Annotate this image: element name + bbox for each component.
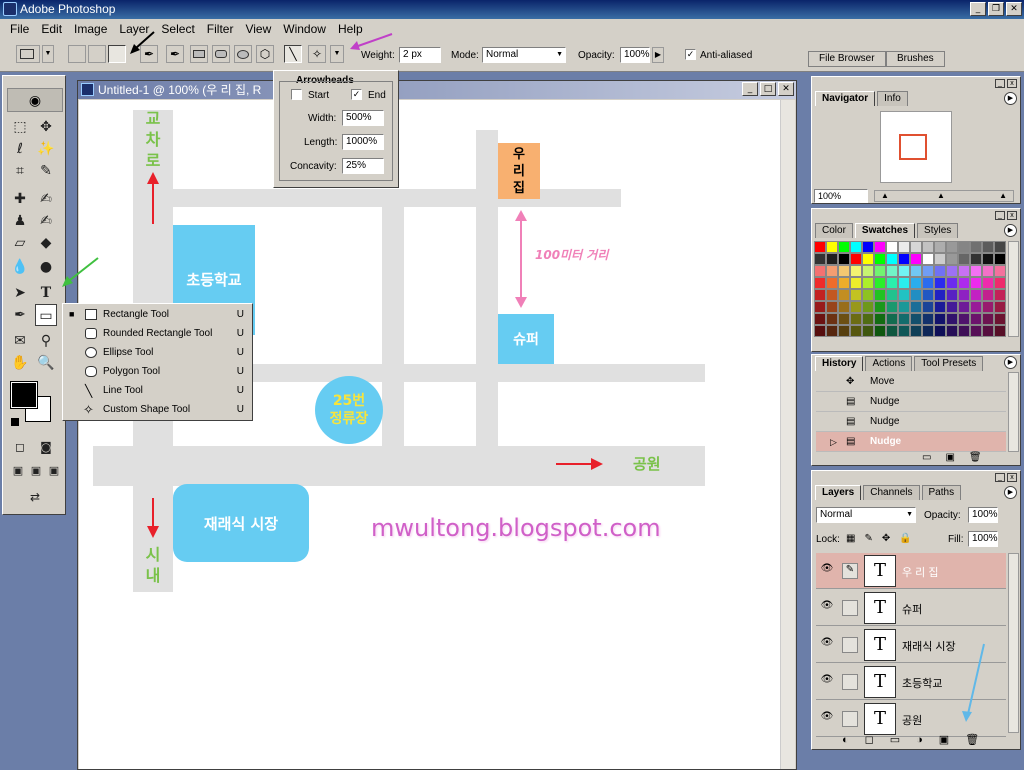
- purple-arrow: [357, 33, 393, 47]
- purple-arrow-head: [350, 41, 360, 50]
- annotation-arrows: [62, 31, 985, 722]
- black-arrow: [135, 31, 155, 49]
- green-arrow-head: [62, 276, 73, 287]
- green-arrow: [69, 257, 99, 281]
- blue-arrow: [967, 643, 985, 715]
- blue-arrow-head: [962, 711, 972, 722]
